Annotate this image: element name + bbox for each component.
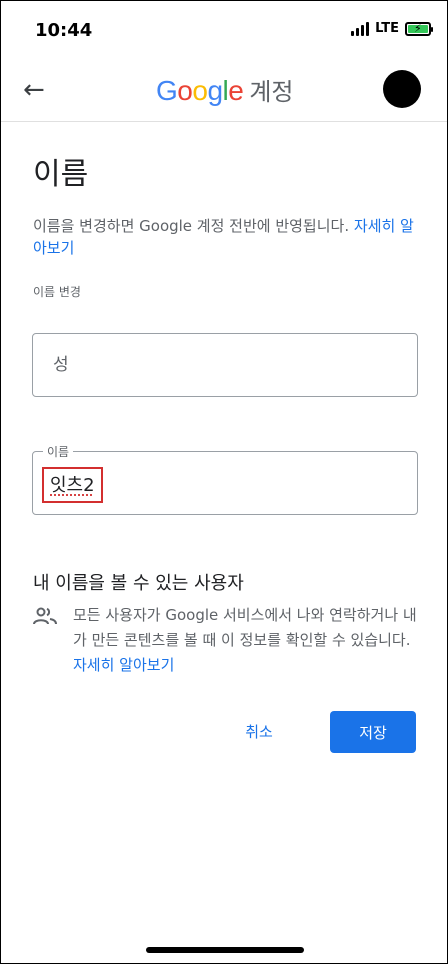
arrow-left-icon[interactable]: ←	[23, 75, 45, 105]
visibility-description: 모든 사용자가 Google 서비스에서 나와 연락하거나 내가 만든 콘텐츠를…	[73, 606, 417, 674]
people-icon	[33, 607, 57, 625]
brand-suffix: 계정	[249, 78, 294, 106]
last-name-input[interactable]	[51, 354, 399, 376]
avatar[interactable]	[383, 70, 421, 108]
last-name-field[interactable]	[32, 333, 418, 397]
signal-bars-icon	[351, 21, 370, 36]
status-time: 10:44	[35, 20, 93, 41]
google-account-logo: Google 계정	[156, 72, 294, 107]
home-indicator[interactable]	[146, 947, 304, 953]
battery-charging-icon: ⚡	[405, 21, 433, 36]
network-type: LTE	[375, 21, 399, 36]
first-name-field[interactable]: 이름 잇츠2	[32, 443, 418, 515]
first-name-label: 이름	[43, 443, 74, 460]
phone-screen: 10:44 LTE ⚡ ← Google 계정 이름 이름을 변경하면 Goog…	[0, 0, 448, 964]
first-name-value[interactable]: 잇츠2	[50, 475, 95, 496]
page-description: 이름을 변경하면 Google 계정 전반에 반영됩니다. 자세히 알아보기	[33, 217, 414, 257]
section-label: 이름 변경	[33, 285, 81, 299]
save-button[interactable]: 저장	[330, 711, 416, 753]
status-icons: LTE ⚡	[351, 21, 433, 36]
first-name-highlight[interactable]: 잇츠2	[42, 467, 103, 503]
visibility-title: 내 이름을 볼 수 있는 사용자	[33, 573, 244, 594]
cancel-button[interactable]: 취소	[227, 713, 291, 749]
page-title: 이름	[33, 157, 89, 192]
visibility-learn-more-link[interactable]: 자세히 알아보기	[73, 656, 174, 674]
app-bar: ← Google 계정	[1, 59, 447, 122]
google-wordmark: Google	[156, 75, 244, 106]
status-bar: 10:44 LTE ⚡	[1, 1, 447, 59]
